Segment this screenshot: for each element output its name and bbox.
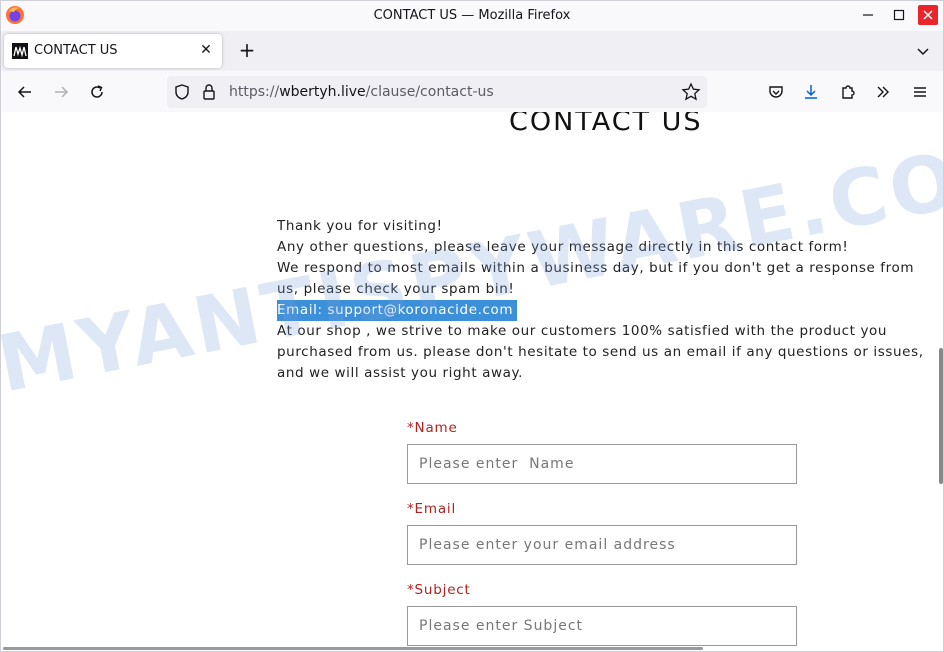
more-tools-button[interactable] bbox=[870, 79, 896, 105]
subject-input[interactable] bbox=[407, 606, 797, 646]
title-bar: CONTACT US — Mozilla Firefox bbox=[1, 1, 943, 31]
minimize-icon bbox=[863, 14, 873, 16]
url-bar[interactable]: https://wbertyh.live/clause/contact-us bbox=[167, 76, 707, 108]
page-content: CONTACT US Thank you for visiting! Any o… bbox=[1, 112, 943, 651]
forward-button[interactable] bbox=[48, 79, 74, 105]
close-window-button[interactable] bbox=[913, 1, 943, 29]
back-button[interactable] bbox=[12, 79, 38, 105]
intro-line: Thank you for visiting! bbox=[277, 218, 443, 234]
reload-icon bbox=[91, 85, 103, 98]
bookmark-star-icon[interactable] bbox=[681, 82, 701, 102]
intro-line: We respond to most emails within a busin… bbox=[277, 260, 915, 297]
window-title: CONTACT US — Mozilla Firefox bbox=[373, 8, 571, 23]
page-title: CONTACT US bbox=[509, 112, 703, 137]
minimize-button[interactable] bbox=[853, 1, 883, 29]
name-input[interactable] bbox=[407, 444, 797, 484]
tab-strip: CONTACT US ✕ + bbox=[1, 31, 943, 71]
navigation-bar: https://wbertyh.live/clause/contact-us bbox=[1, 71, 943, 113]
forward-arrow-icon bbox=[55, 86, 69, 98]
maximize-button[interactable] bbox=[884, 1, 914, 29]
browser-window: CONTACT US — Mozilla Firefox CONTACT US … bbox=[0, 0, 944, 652]
back-arrow-icon bbox=[17, 86, 31, 98]
lock-icon[interactable] bbox=[201, 83, 217, 101]
intro-line: At our shop , we strive to make our cust… bbox=[277, 323, 924, 381]
puzzle-piece-icon bbox=[842, 85, 855, 99]
pocket-icon bbox=[769, 86, 783, 98]
hamburger-menu-icon bbox=[914, 87, 926, 97]
horizontal-scrollbar[interactable] bbox=[3, 647, 703, 650]
tracking-protection-shield-icon[interactable] bbox=[173, 83, 191, 101]
downloads-button[interactable] bbox=[798, 79, 824, 105]
vertical-scrollbar[interactable] bbox=[939, 348, 943, 484]
close-icon bbox=[918, 5, 938, 25]
app-menu-button[interactable] bbox=[907, 79, 933, 105]
pocket-button[interactable] bbox=[763, 79, 789, 105]
subject-label: *Subject bbox=[407, 582, 471, 598]
intro-line: Any other questions, please leave your m… bbox=[277, 239, 849, 255]
tab-close-icon[interactable]: ✕ bbox=[198, 42, 214, 58]
url-text[interactable]: https://wbertyh.live/clause/contact-us bbox=[229, 84, 494, 100]
email-input[interactable] bbox=[407, 525, 797, 565]
site-favicon-icon bbox=[12, 43, 28, 59]
email-label: *Email bbox=[407, 501, 457, 517]
list-all-tabs-icon[interactable] bbox=[913, 41, 933, 61]
download-icon bbox=[805, 85, 817, 99]
extensions-button[interactable] bbox=[835, 79, 861, 105]
chevron-double-right-icon bbox=[877, 86, 889, 98]
maximize-icon bbox=[893, 9, 905, 21]
tab-label: CONTACT US bbox=[34, 43, 118, 58]
intro-text: Thank you for visiting! Any other questi… bbox=[277, 216, 927, 384]
reload-button[interactable] bbox=[84, 79, 110, 105]
new-tab-button[interactable]: + bbox=[235, 39, 259, 63]
tab-contact-us[interactable]: CONTACT US ✕ bbox=[4, 34, 222, 68]
name-label: *Name bbox=[407, 420, 458, 436]
email-address-highlighted[interactable]: Email: support@koronacide.com bbox=[277, 300, 518, 321]
